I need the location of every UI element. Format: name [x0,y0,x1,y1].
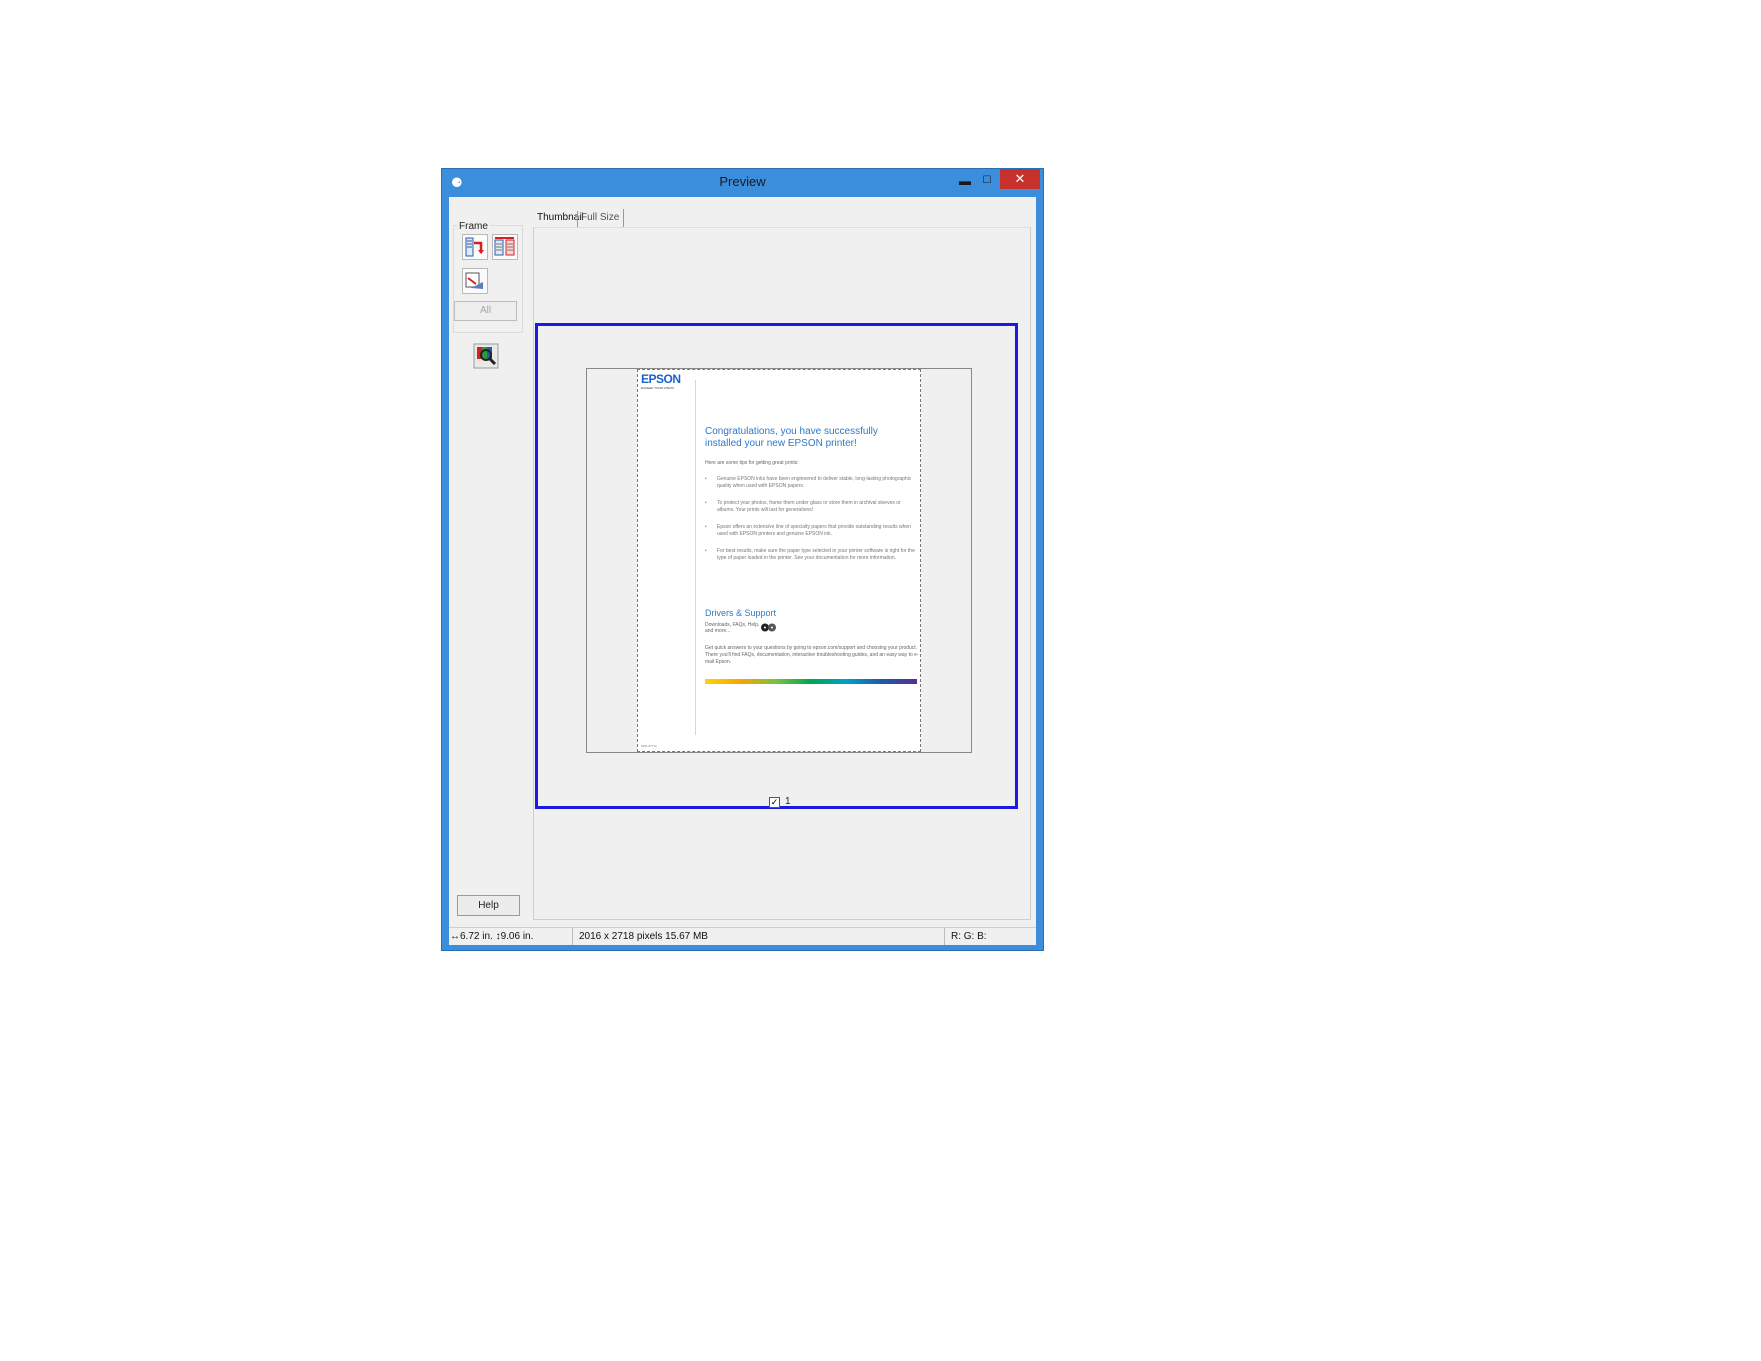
document-tips-list: Genuine EPSON inks have been engineered … [705,476,917,572]
scanned-document-marquee[interactable]: EPSON EXCEED YOUR VISION Congratulations… [637,369,921,752]
status-height: 9.06 in. [500,931,534,942]
close-button[interactable]: ✕ [1000,169,1040,189]
status-rgb: R: G: B: [951,931,987,942]
select-all-frames-button[interactable] [492,234,518,260]
document-subheading: Drivers & Support [705,608,777,618]
select-all-frames-icon [494,237,515,256]
page-divider [695,380,696,735]
list-item: For best results, make sure the paper ty… [705,548,917,562]
horizontal-arrow-icon: ↔ [450,931,460,942]
auto-locate-icon [465,237,484,257]
window-title: Preview [719,174,766,189]
epson-logo: EPSON [641,372,681,386]
close-icon: ✕ [1014,171,1026,186]
rainbow-stripe [705,679,917,684]
status-width: 6.72 in. [460,931,493,942]
title-bar[interactable]: ⚈ Preview ▬ ☐ ✕ [442,169,1043,197]
zoom-preview-icon [473,343,499,369]
page-select-checkbox[interactable]: ✓ [769,797,780,808]
selected-thumbnail-frame[interactable]: EPSON EXCEED YOUR VISION Congratulations… [535,323,1018,809]
tab-full-size[interactable]: Full Size [577,209,625,227]
minimize-button[interactable]: ▬ [957,173,973,189]
page-number-label: 1 [785,796,791,807]
scan-area: EPSON EXCEED YOUR VISION Congratulations… [586,368,972,753]
status-pixels: 2016 x 2718 pixels 15.67 MB [573,928,945,945]
list-item: To protect your photos, frame them under… [705,500,917,514]
auto-locate-button[interactable] [462,234,488,260]
document-intro: Here are some tips for getting great pri… [705,460,799,466]
cd-disc-icon [761,623,776,632]
downloads-note: Downloads, FAQs, Help, and more... [705,622,760,634]
status-dimensions: ↔6.72 in. ↕9.06 in. [449,928,573,945]
left-tool-panel: Frame All Help [449,197,526,927]
epson-tagline: EXCEED YOUR VISION [641,386,674,390]
minimize-icon: ▬ [959,174,971,188]
rotate-frame-icon [465,272,483,289]
frame-label: Frame [457,221,490,232]
help-button[interactable]: Help [457,895,520,916]
window-client-area: Frame All Help Thumbnail Full Size EPSON… [449,197,1036,945]
list-item: Epson offers an extensive line of specia… [705,524,917,538]
preview-window: ⚈ Preview ▬ ☐ ✕ Frame All Help Thumbnail… [441,168,1044,951]
maximize-icon: ☐ [982,175,992,186]
maximize-button[interactable]: ☐ [979,173,995,189]
rotate-frame-button[interactable] [462,268,488,294]
all-button[interactable]: All [454,301,517,321]
document-footnote: CPD-27772 [641,744,657,748]
document-headline: Congratulations, you have successfully i… [705,426,878,449]
support-paragraph: Get quick answers to your questions by g… [705,645,919,665]
list-item: Genuine EPSON inks have been engineered … [705,476,917,490]
status-bar: ↔6.72 in. ↕9.06 in. 2016 x 2718 pixels 1… [449,927,1036,945]
zoom-preview-button[interactable] [473,343,499,369]
